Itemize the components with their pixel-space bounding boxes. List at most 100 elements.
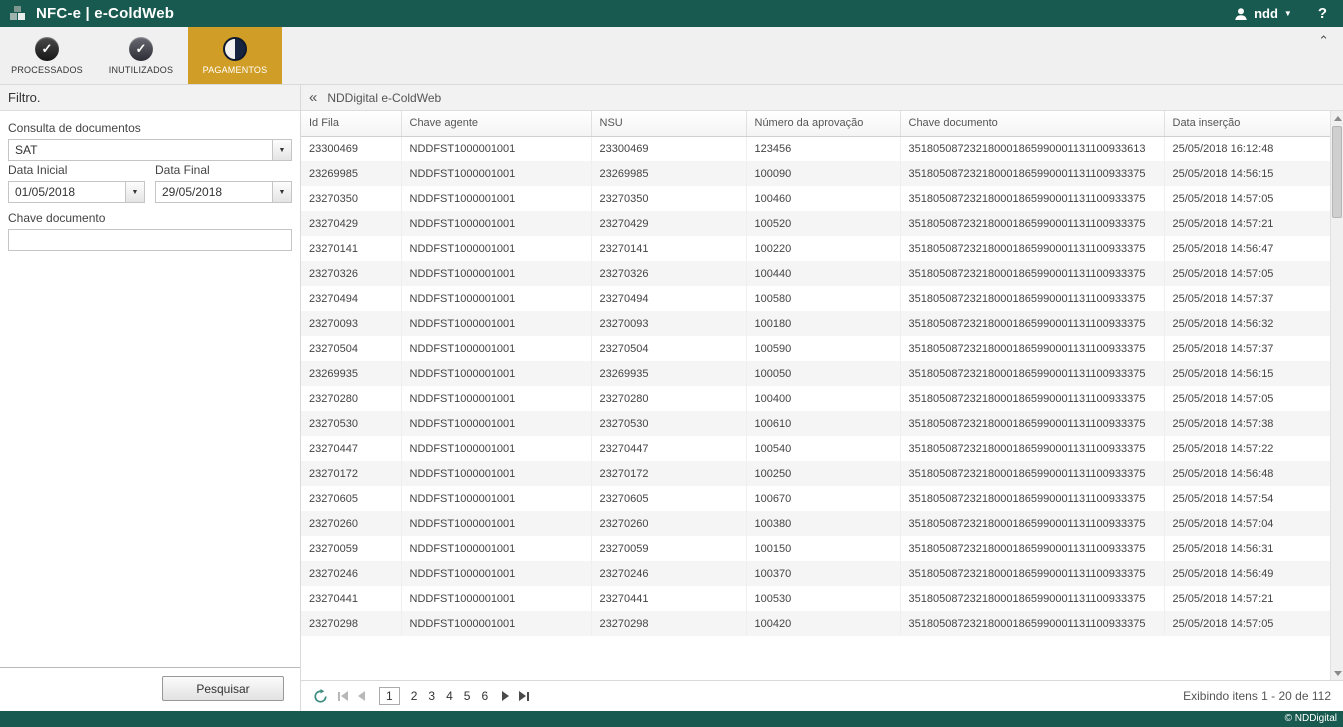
collapse-filter-icon[interactable]: «: [309, 90, 317, 105]
table-row[interactable]: 23270530NDDFST10000010012327053010061035…: [301, 411, 1330, 436]
pagination-bar: 123456 Exibindo itens 1 - 20 de 112: [301, 680, 1343, 711]
table-cell: 351805087232180001865990001131100933375: [900, 386, 1164, 411]
table-cell: NDDFST1000001001: [401, 161, 591, 186]
next-page-icon[interactable]: [502, 691, 509, 701]
table-cell: 25/05/2018 14:57:21: [1164, 211, 1330, 236]
page-number[interactable]: 3: [428, 689, 435, 703]
scroll-up-icon[interactable]: [1331, 111, 1343, 125]
refresh-icon[interactable]: [313, 689, 328, 704]
table-cell: NDDFST1000001001: [401, 136, 591, 161]
table-row[interactable]: 23270246NDDFST10000010012327024610037035…: [301, 561, 1330, 586]
column-header[interactable]: Id Fila: [301, 111, 401, 136]
table-row[interactable]: 23270441NDDFST10000010012327044110053035…: [301, 586, 1330, 611]
help-button[interactable]: ?: [1318, 5, 1327, 22]
data-final-value: 29/05/2018: [156, 182, 272, 202]
pager-status: Exibindo itens 1 - 20 de 112: [1183, 689, 1331, 703]
table-row[interactable]: 23270429NDDFST10000010012327042910052035…: [301, 211, 1330, 236]
table-cell: NDDFST1000001001: [401, 236, 591, 261]
chevron-down-icon[interactable]: ▼: [272, 140, 291, 160]
table-cell: 23270298: [591, 611, 746, 636]
check-circle-icon: ✓: [35, 37, 59, 61]
table-cell: 123456: [746, 136, 900, 161]
page-number[interactable]: 5: [464, 689, 471, 703]
table-cell: 23270605: [591, 486, 746, 511]
chevron-down-icon[interactable]: ▼: [272, 182, 291, 202]
table-cell: 351805087232180001865990001131100933375: [900, 361, 1164, 386]
table-cell: 23270326: [591, 261, 746, 286]
table-row[interactable]: 23270494NDDFST10000010012327049410058035…: [301, 286, 1330, 311]
table-row[interactable]: 23270260NDDFST10000010012327026010038035…: [301, 511, 1330, 536]
table-row[interactable]: 23270141NDDFST10000010012327014110022035…: [301, 236, 1330, 261]
previous-page-icon[interactable]: [358, 691, 365, 701]
table-cell: 351805087232180001865990001131100933375: [900, 461, 1164, 486]
vertical-scrollbar[interactable]: [1330, 111, 1343, 680]
table-cell: 25/05/2018 14:56:49: [1164, 561, 1330, 586]
consulta-select-value: SAT: [9, 140, 272, 160]
table-cell: 25/05/2018 14:57:05: [1164, 611, 1330, 636]
table-cell: 100540: [746, 436, 900, 461]
tab-pagamentos[interactable]: PAGAMENTOS: [188, 27, 282, 84]
search-button[interactable]: Pesquisar: [162, 676, 284, 701]
collapse-toolbar-icon[interactable]: ⌃: [1304, 27, 1343, 55]
table-cell: 25/05/2018 14:57:21: [1164, 586, 1330, 611]
table-cell: 23270447: [591, 436, 746, 461]
tab-label: PROCESSADOS: [11, 65, 83, 75]
column-header[interactable]: Chave agente: [401, 111, 591, 136]
table-row[interactable]: 23270447NDDFST10000010012327044710054035…: [301, 436, 1330, 461]
last-page-icon[interactable]: [519, 691, 529, 701]
consulta-select[interactable]: SAT ▼: [8, 139, 292, 161]
table-row[interactable]: 23270326NDDFST10000010012327032610044035…: [301, 261, 1330, 286]
table-cell: 351805087232180001865990001131100933375: [900, 236, 1164, 261]
table-row[interactable]: 23270350NDDFST10000010012327035010046035…: [301, 186, 1330, 211]
table-cell: 351805087232180001865990001131100933375: [900, 411, 1164, 436]
user-icon: [1234, 7, 1248, 21]
table-cell: 25/05/2018 14:56:15: [1164, 361, 1330, 386]
table-cell: 100050: [746, 361, 900, 386]
column-header[interactable]: Número da aprovação: [746, 111, 900, 136]
user-menu[interactable]: ndd ▼: [1234, 6, 1292, 21]
table-cell: 351805087232180001865990001131100933375: [900, 336, 1164, 361]
table-row[interactable]: 23270298NDDFST10000010012327029810042035…: [301, 611, 1330, 636]
table-row[interactable]: 23270172NDDFST10000010012327017210025035…: [301, 461, 1330, 486]
column-header[interactable]: NSU: [591, 111, 746, 136]
tab-inutilizados[interactable]: ✓ INUTILIZADOS: [94, 27, 188, 84]
table-cell: NDDFST1000001001: [401, 361, 591, 386]
table-cell: 100180: [746, 311, 900, 336]
table-row[interactable]: 23270093NDDFST10000010012327009310018035…: [301, 311, 1330, 336]
table-cell: 100460: [746, 186, 900, 211]
page-number[interactable]: 4: [446, 689, 453, 703]
first-page-icon[interactable]: [338, 691, 348, 701]
data-final-field[interactable]: 29/05/2018 ▼: [155, 181, 292, 203]
table-cell: NDDFST1000001001: [401, 211, 591, 236]
consulta-label: Consulta de documentos: [8, 121, 292, 135]
table-row[interactable]: 23269985NDDFST10000010012326998510009035…: [301, 161, 1330, 186]
table-cell: 23270172: [591, 461, 746, 486]
table-row[interactable]: 23270280NDDFST10000010012327028010040035…: [301, 386, 1330, 411]
table-cell: NDDFST1000001001: [401, 461, 591, 486]
table-row[interactable]: 23300469NDDFST10000010012330046912345635…: [301, 136, 1330, 161]
table-row[interactable]: 23270059NDDFST10000010012327005910015035…: [301, 536, 1330, 561]
chevron-down-icon[interactable]: ▼: [125, 182, 144, 202]
table-cell: 23270350: [591, 186, 746, 211]
page-number[interactable]: 1: [379, 687, 400, 705]
table-area: Id FilaChave agenteNSUNúmero da aprovaçã…: [301, 111, 1343, 680]
table-cell: 25/05/2018 14:56:15: [1164, 161, 1330, 186]
data-inicial-field[interactable]: 01/05/2018 ▼: [8, 181, 145, 203]
table-cell: 23270429: [591, 211, 746, 236]
table-cell: 351805087232180001865990001131100933375: [900, 486, 1164, 511]
table-row[interactable]: 23270605NDDFST10000010012327060510067035…: [301, 486, 1330, 511]
chave-documento-input[interactable]: [8, 229, 292, 251]
table-row[interactable]: 23270504NDDFST10000010012327050410059035…: [301, 336, 1330, 361]
column-header[interactable]: Chave documento: [900, 111, 1164, 136]
column-header[interactable]: Data inserção: [1164, 111, 1330, 136]
table-cell: 23270504: [591, 336, 746, 361]
table-cell: 23270441: [301, 586, 401, 611]
tab-processados[interactable]: ✓ PROCESSADOS: [0, 27, 94, 84]
scroll-down-icon[interactable]: [1331, 666, 1343, 680]
page-number[interactable]: 2: [411, 689, 418, 703]
page-number[interactable]: 6: [481, 689, 488, 703]
app-logo-icon: [10, 6, 28, 22]
table-cell: 351805087232180001865990001131100933375: [900, 261, 1164, 286]
scrollbar-thumb[interactable]: [1332, 126, 1342, 218]
table-row[interactable]: 23269935NDDFST10000010012326993510005035…: [301, 361, 1330, 386]
